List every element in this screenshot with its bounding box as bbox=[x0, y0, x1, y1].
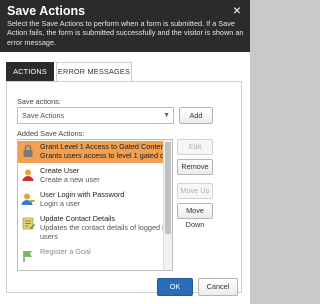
add-button[interactable]: Add bbox=[179, 107, 213, 124]
cancel-button[interactable]: Cancel bbox=[198, 278, 238, 296]
list-item-title: Create User bbox=[40, 166, 80, 175]
save-actions-label: Save actions: bbox=[17, 97, 61, 106]
list-item[interactable]: Grant Level 1 Access to Gated Content Gr… bbox=[18, 141, 172, 163]
list-item-title: Grant Level 1 Access to Gated Content bbox=[40, 142, 167, 151]
dialog-description: Select the Save Actions to perform when … bbox=[7, 19, 244, 47]
lock-icon bbox=[23, 144, 33, 157]
save-actions-select-value: Save Actions bbox=[22, 111, 65, 120]
dialog-header: Save Actions × Select the Save Actions t… bbox=[0, 0, 250, 52]
dialog-title: Save Actions bbox=[7, 4, 86, 18]
list-item-subtitle-cont: users bbox=[40, 232, 58, 241]
user-icon bbox=[22, 169, 34, 181]
list-item-title: Register a Goal bbox=[40, 247, 91, 256]
tab-bar: ACTIONS ERROR MESSAGES bbox=[6, 62, 242, 81]
list-item[interactable]: Update Contact Details Updates the conta… bbox=[18, 213, 168, 244]
move-up-button[interactable]: Move Up bbox=[177, 183, 213, 199]
list-item-title: User Login with Password bbox=[40, 190, 125, 199]
tab-actions[interactable]: ACTIONS bbox=[6, 62, 54, 81]
list-scrollbar[interactable] bbox=[163, 140, 172, 270]
ok-button[interactable]: OK bbox=[157, 278, 193, 296]
edit-button[interactable]: Edit bbox=[177, 139, 213, 155]
list-item-subtitle: Grants users access to level 1 gated con… bbox=[40, 151, 173, 160]
list-item-subtitle: Updates the contact details of logged in bbox=[40, 223, 168, 232]
list-item[interactable]: User Login with Password Login a user bbox=[18, 189, 164, 211]
goal-icon bbox=[23, 251, 32, 262]
user-key-icon bbox=[21, 193, 35, 205]
scrollbar-thumb[interactable] bbox=[165, 142, 171, 234]
close-icon: × bbox=[232, 2, 242, 18]
chevron-down-icon: ▼ bbox=[163, 112, 170, 119]
list-item[interactable]: Create User Create a new user bbox=[18, 165, 164, 187]
contact-details-icon bbox=[22, 217, 35, 230]
added-save-actions-label: Added Save Actions: bbox=[17, 129, 85, 138]
list-item-subtitle: Create a new user bbox=[40, 175, 100, 184]
added-save-actions-list: Grant Level 1 Access to Gated Content Gr… bbox=[17, 139, 173, 271]
list-item[interactable]: Register a Goal bbox=[18, 246, 164, 268]
list-item-subtitle: Login a user bbox=[40, 199, 81, 208]
save-actions-select[interactable]: Save Actions ▼ bbox=[17, 107, 174, 124]
close-button[interactable]: × bbox=[230, 3, 244, 17]
save-actions-dialog: Save Actions × Select the Save Actions t… bbox=[0, 0, 250, 304]
remove-button[interactable]: Remove bbox=[177, 159, 213, 175]
list-item-title: Update Contact Details bbox=[40, 214, 116, 223]
move-down-button[interactable]: Move Down bbox=[177, 203, 213, 229]
tab-error-messages[interactable]: ERROR MESSAGES bbox=[56, 62, 132, 81]
